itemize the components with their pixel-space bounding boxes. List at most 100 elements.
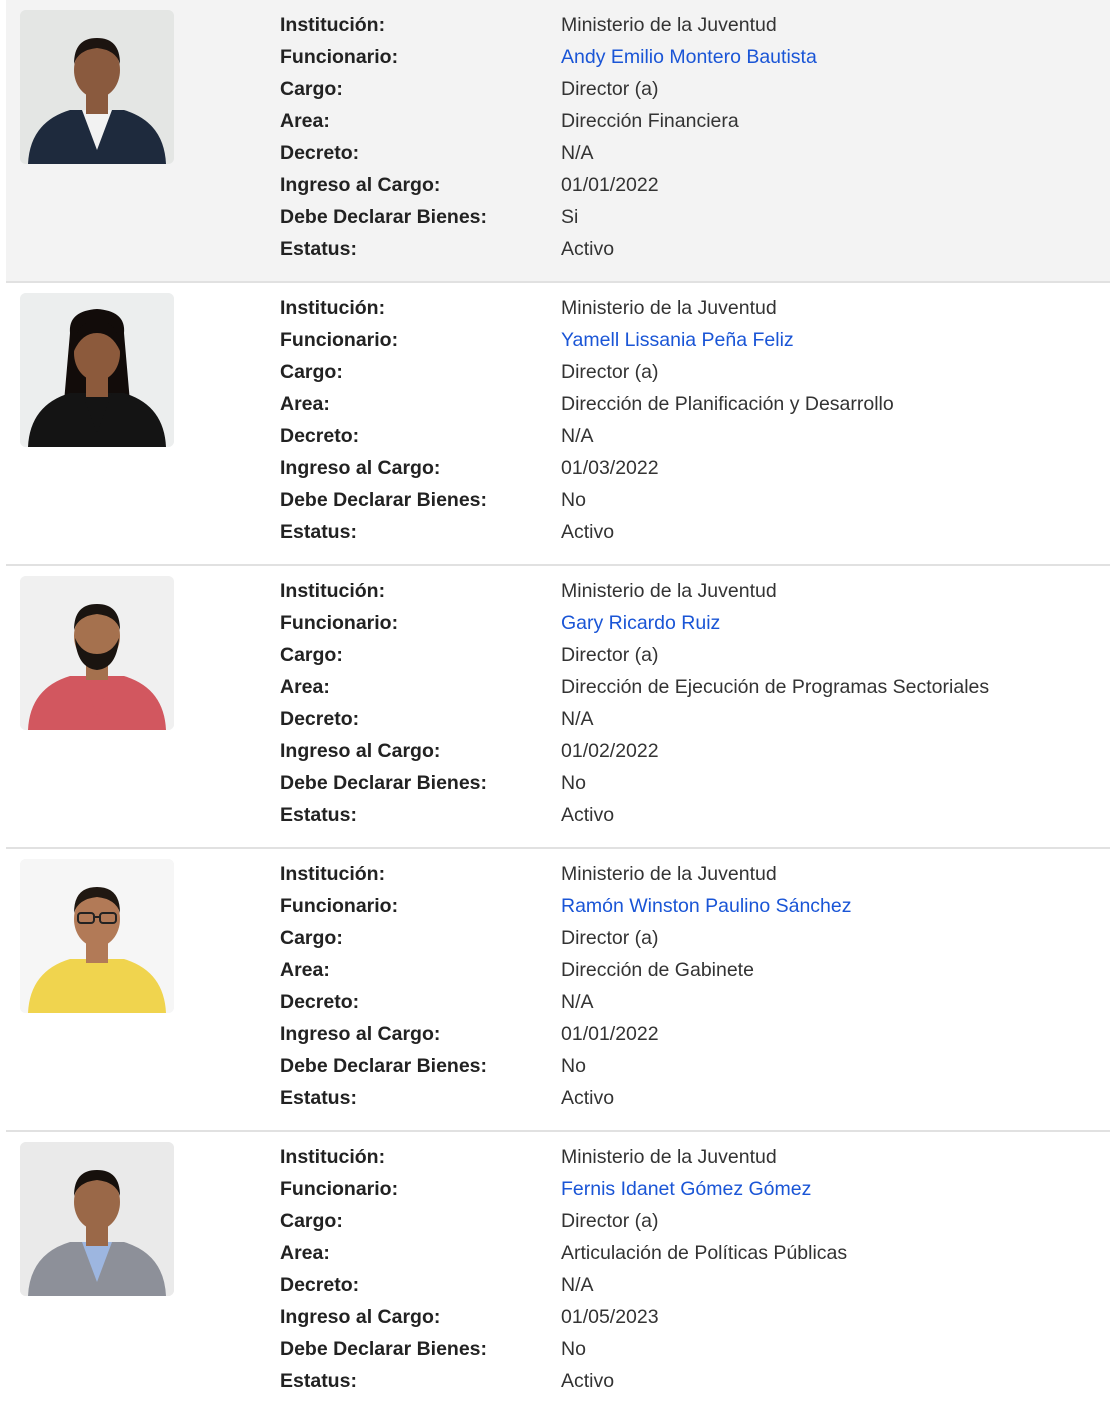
label-declarar: Debe Declarar Bienes: (280, 489, 488, 511)
estatus-value: Activo (561, 1087, 615, 1109)
official-photo (20, 293, 174, 447)
row-estatus: Estatus: Activo (280, 233, 1100, 265)
decreto-value: N/A (561, 708, 594, 730)
decreto-value: N/A (561, 991, 594, 1013)
row-cargo: Cargo: Director (a) (280, 356, 1100, 388)
row-institucion: Institución: Ministerio de la Juventud (280, 9, 1100, 41)
area-value: Dirección Financiera (561, 110, 739, 132)
cargo-value: Director (a) (561, 927, 659, 949)
official-photo (20, 859, 174, 1013)
ingreso-value: 01/05/2023 (561, 1306, 659, 1328)
row-funcionario: Funcionario: Yamell Lissania Peña Feliz (280, 324, 1100, 356)
label-ingreso: Ingreso al Cargo: (280, 740, 441, 762)
label-ingreso: Ingreso al Cargo: (280, 1306, 441, 1328)
estatus-value: Activo (561, 1370, 615, 1392)
institucion-value: Ministerio de la Juventud (561, 580, 777, 602)
row-funcionario: Funcionario: Andy Emilio Montero Bautist… (280, 41, 1100, 73)
label-funcionario: Funcionario: (280, 612, 399, 634)
portrait-image (20, 1142, 174, 1296)
estatus-value: Activo (561, 521, 615, 543)
institucion-value: Ministerio de la Juventud (561, 14, 777, 36)
row-institucion: Institución: Ministerio de la Juventud (280, 1141, 1100, 1173)
label-institucion: Institución: (280, 863, 386, 885)
row-ingreso: Ingreso al Cargo: 01/03/2022 (280, 452, 1100, 484)
funcionario-link[interactable]: Fernis Idanet Gómez Gómez (561, 1173, 811, 1205)
label-declarar: Debe Declarar Bienes: (280, 772, 488, 794)
row-estatus: Estatus: Activo (280, 1365, 1100, 1397)
row-area: Area: Dirección de Ejecución de Programa… (280, 671, 1100, 703)
area-value: Articulación de Políticas Públicas (561, 1242, 848, 1264)
funcionario-link[interactable]: Andy Emilio Montero Bautista (561, 41, 817, 73)
row-decreto: Decreto: N/A (280, 420, 1100, 452)
official-fields: Institución: Ministerio de la Juventud F… (280, 858, 1100, 1114)
ingreso-value: 01/02/2022 (561, 740, 659, 762)
label-cargo: Cargo: (280, 78, 343, 100)
label-funcionario: Funcionario: (280, 329, 399, 351)
label-funcionario: Funcionario: (280, 1178, 399, 1200)
cargo-value: Director (a) (561, 644, 659, 666)
cargo-value: Director (a) (561, 1210, 659, 1232)
label-cargo: Cargo: (280, 927, 343, 949)
label-cargo: Cargo: (280, 361, 343, 383)
funcionario-link[interactable]: Gary Ricardo Ruiz (561, 607, 720, 639)
ingreso-value: 01/01/2022 (561, 1023, 659, 1045)
label-ingreso: Ingreso al Cargo: (280, 174, 441, 196)
area-value: Dirección de Planificación y Desarrollo (561, 393, 894, 415)
row-decreto: Decreto: N/A (280, 986, 1100, 1018)
row-ingreso: Ingreso al Cargo: 01/05/2023 (280, 1301, 1100, 1333)
decreto-value: N/A (561, 142, 594, 164)
area-value: Dirección de Ejecución de Programas Sect… (561, 676, 990, 698)
label-declarar: Debe Declarar Bienes: (280, 1055, 488, 1077)
row-cargo: Cargo: Director (a) (280, 73, 1100, 105)
estatus-value: Activo (561, 804, 615, 826)
row-declarar: Debe Declarar Bienes: Si (280, 201, 1100, 233)
official-fields: Institución: Ministerio de la Juventud F… (280, 9, 1100, 265)
row-decreto: Decreto: N/A (280, 1269, 1100, 1301)
label-institucion: Institución: (280, 297, 386, 319)
funcionario-link[interactable]: Ramón Winston Paulino Sánchez (561, 890, 852, 922)
label-area: Area: (280, 959, 330, 981)
row-funcionario: Funcionario: Fernis Idanet Gómez Gómez (280, 1173, 1100, 1205)
row-estatus: Estatus: Activo (280, 1082, 1100, 1114)
portrait-image (20, 293, 174, 447)
institucion-value: Ministerio de la Juventud (561, 1146, 777, 1168)
label-area: Area: (280, 1242, 330, 1264)
row-ingreso: Ingreso al Cargo: 01/02/2022 (280, 735, 1100, 767)
row-decreto: Decreto: N/A (280, 137, 1100, 169)
area-value: Dirección de Gabinete (561, 959, 754, 981)
row-institucion: Institución: Ministerio de la Juventud (280, 575, 1100, 607)
label-estatus: Estatus: (280, 238, 357, 260)
label-funcionario: Funcionario: (280, 46, 399, 68)
label-area: Area: (280, 676, 330, 698)
row-estatus: Estatus: Activo (280, 799, 1100, 831)
portrait-image (20, 859, 174, 1013)
ingreso-value: 01/03/2022 (561, 457, 659, 479)
label-estatus: Estatus: (280, 521, 357, 543)
institucion-value: Ministerio de la Juventud (561, 297, 777, 319)
row-institucion: Institución: Ministerio de la Juventud (280, 858, 1100, 890)
official-record: Institución: Ministerio de la Juventud F… (6, 283, 1110, 566)
label-estatus: Estatus: (280, 1087, 357, 1109)
official-fields: Institución: Ministerio de la Juventud F… (280, 292, 1100, 548)
institucion-value: Ministerio de la Juventud (561, 863, 777, 885)
row-ingreso: Ingreso al Cargo: 01/01/2022 (280, 1018, 1100, 1050)
row-declarar: Debe Declarar Bienes: No (280, 484, 1100, 516)
declarar-value: No (561, 1338, 586, 1360)
declarar-value: No (561, 1055, 586, 1077)
funcionario-link[interactable]: Yamell Lissania Peña Feliz (561, 324, 794, 356)
row-funcionario: Funcionario: Gary Ricardo Ruiz (280, 607, 1100, 639)
officials-list: Institución: Ministerio de la Juventud F… (6, 0, 1110, 1422)
label-funcionario: Funcionario: (280, 895, 399, 917)
row-cargo: Cargo: Director (a) (280, 639, 1100, 671)
cargo-value: Director (a) (561, 361, 659, 383)
row-estatus: Estatus: Activo (280, 516, 1100, 548)
row-institucion: Institución: Ministerio de la Juventud (280, 292, 1100, 324)
declarar-value: Si (561, 206, 579, 228)
official-record: Institución: Ministerio de la Juventud F… (6, 849, 1110, 1132)
label-ingreso: Ingreso al Cargo: (280, 457, 441, 479)
row-declarar: Debe Declarar Bienes: No (280, 1050, 1100, 1082)
estatus-value: Activo (561, 238, 615, 260)
row-cargo: Cargo: Director (a) (280, 1205, 1100, 1237)
ingreso-value: 01/01/2022 (561, 174, 659, 196)
label-decreto: Decreto: (280, 425, 360, 447)
